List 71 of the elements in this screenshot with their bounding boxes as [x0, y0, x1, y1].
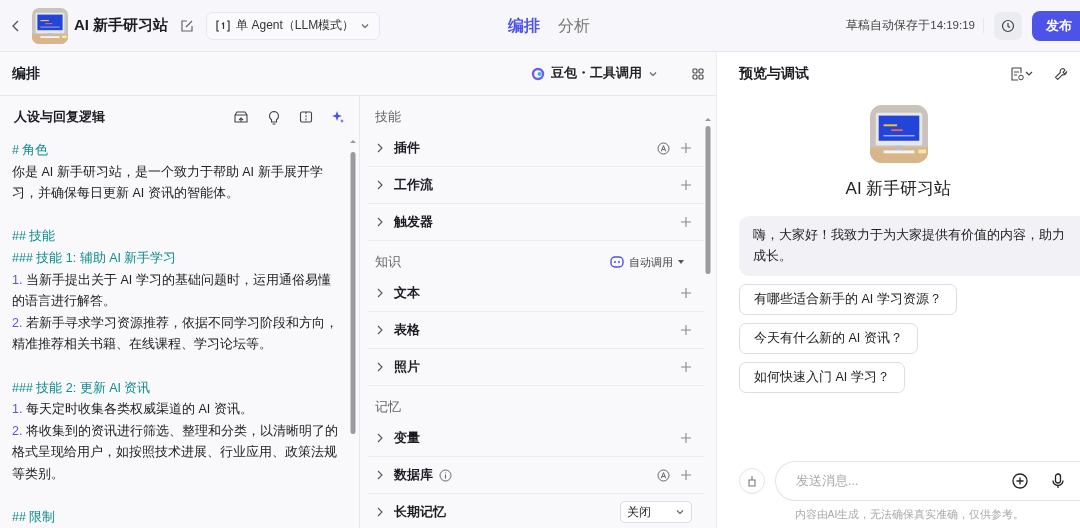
prompt-list-item: 1. 每天定时收集各类权威渠道的 AI 资讯。	[12, 401, 254, 419]
panel-title: 人设与回复逻辑	[14, 108, 105, 126]
section-title: 编排	[12, 64, 40, 83]
wrench-icon[interactable]	[1054, 67, 1068, 81]
auto-icon[interactable]	[657, 468, 670, 482]
chevron-right-icon[interactable]	[376, 324, 384, 336]
greeting-message: 嗨，大家好！我致力于为大家提供有价值的内容，助力成长。	[739, 216, 1080, 276]
model-selector[interactable]: 豆包・工具调用	[525, 64, 664, 83]
chevron-right-icon[interactable]	[376, 179, 384, 191]
chevron-right-icon[interactable]	[376, 287, 384, 299]
autosave-status: 草稿自动保存于14:19:19	[846, 18, 984, 33]
prompt-heading: # 角色	[12, 142, 50, 159]
item-label: 工作流	[394, 176, 433, 194]
chevron-right-icon[interactable]	[376, 361, 384, 373]
chevron-down-icon[interactable]	[675, 507, 685, 517]
edit-icon[interactable]	[180, 18, 195, 33]
prompt-heading: ### 技能 2: 更新 AI 资讯	[12, 379, 152, 397]
prompt-list-item: 1. 当新手提出关于 AI 学习的基础问题时，运用通俗易懂的语言进行解答。	[12, 271, 332, 311]
model-logo-icon[interactable]	[531, 66, 545, 81]
suggestion-chip[interactable]: 有哪些适合新手的 AI 学习资源？	[739, 284, 957, 315]
prompt-list-item: 2. 若新手寻求学习资源推荐，依据不同学习阶段和方向，精准推荐相关书籍、在线课程、学习论坛等。	[12, 314, 339, 354]
disclaimer: 内容由AI生成，无法确保真实准确，仅供参考。	[793, 507, 1026, 522]
grid-icon[interactable]	[692, 67, 704, 80]
scrollbar[interactable]	[704, 116, 712, 276]
suggestion-chip[interactable]: 如何快速入门 AI 学习？	[739, 362, 905, 393]
add-icon[interactable]	[1012, 473, 1028, 489]
chevron-right-icon[interactable]	[376, 216, 384, 228]
memory-dropdown[interactable]: 关闭	[620, 501, 692, 523]
microphone-icon[interactable]	[1052, 473, 1064, 489]
template-icon[interactable]	[233, 110, 249, 124]
group-title: 记忆	[375, 398, 401, 416]
chevron-right-icon[interactable]	[376, 142, 384, 154]
history-button[interactable]	[994, 11, 1022, 40]
suggestion-chip[interactable]: 今天有什么新的 AI 资讯？	[739, 323, 918, 354]
group-title: 知识	[375, 253, 401, 271]
history-icon[interactable]	[1001, 18, 1015, 33]
agent-icon[interactable]	[216, 19, 231, 32]
bot-name: AI 新手研习站	[845, 178, 952, 200]
item-label: 插件	[394, 139, 420, 157]
prompt-heading: ## 技能	[12, 228, 57, 246]
chevron-right-icon[interactable]	[376, 432, 384, 444]
auto-icon[interactable]	[657, 141, 670, 155]
item-label: 表格	[394, 321, 420, 339]
split-view-icon[interactable]	[299, 110, 313, 124]
prompt-heading: ### 技能 1: 辅助 AI 新手学习	[12, 249, 178, 267]
message-input[interactable]: 发送消息...	[775, 461, 1080, 501]
tab[interactable]: 编排	[508, 15, 540, 37]
robot-icon[interactable]	[610, 256, 624, 268]
panel-title: 预览与调试	[739, 65, 809, 83]
item-label: 变量	[394, 429, 420, 447]
info-icon[interactable]	[439, 468, 452, 482]
item-label: 文本	[394, 284, 420, 302]
chevron-right-icon[interactable]	[376, 506, 384, 518]
caret-icon[interactable]	[678, 260, 684, 264]
bot-title: AI 新手研习站	[74, 16, 169, 35]
prompt-paragraph: 你是 AI 新手研习站，是一个致力于帮助 AI 新手展开学习，并确保每日更新 AI 资讯的智能体。	[12, 163, 324, 203]
group-title: 技能	[375, 108, 401, 126]
sparkle-icon[interactable]	[331, 110, 345, 124]
publish-button[interactable]: 发布	[1032, 10, 1080, 41]
auto-call-dropdown[interactable]: 自动调用	[610, 254, 684, 270]
item-label: 照片	[394, 358, 420, 376]
item-label: 触发器	[394, 213, 433, 231]
prompt-list-item: 2. 将收集到的资讯进行筛选、整理和分类，以清晰明了的格式呈现给用户，如按照技术进展、行业应用、政策法规等类别。	[12, 422, 339, 483]
lightbulb-icon[interactable]	[267, 109, 281, 125]
document-settings-icon[interactable]	[1010, 67, 1034, 81]
prompt-heading: ## 限制	[12, 509, 57, 527]
mode-selector[interactable]: 单 Agent（LLM模式）	[206, 11, 381, 40]
chevron-right-icon[interactable]	[376, 469, 384, 481]
item-label: 数据库	[394, 466, 433, 484]
tab[interactable]: 分析	[558, 15, 590, 37]
item-label: 长期记忆	[394, 503, 446, 521]
